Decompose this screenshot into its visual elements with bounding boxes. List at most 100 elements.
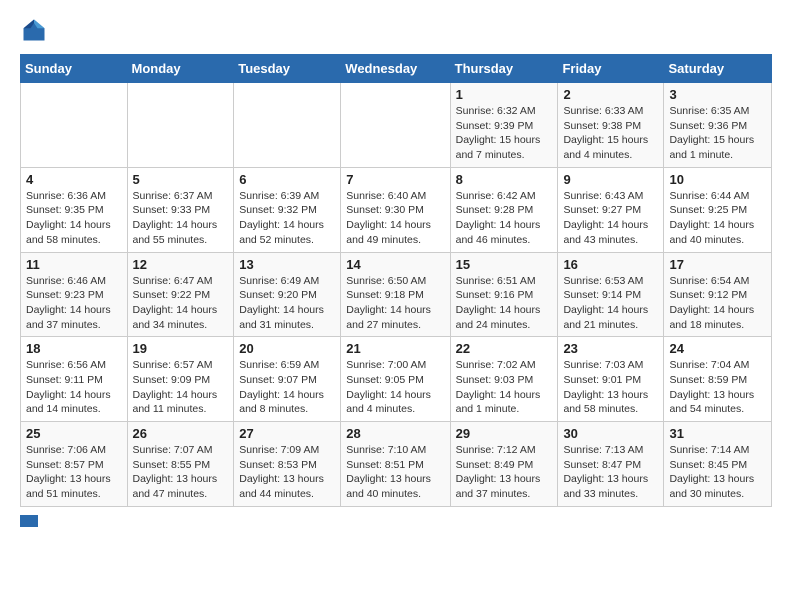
day-info: Sunrise: 6:44 AM Sunset: 9:25 PM Dayligh… [669,189,766,248]
day-info: Sunrise: 7:06 AM Sunset: 8:57 PM Dayligh… [26,443,122,502]
day-cell: 7 Sunrise: 6:40 AM Sunset: 9:30 PM Daylig… [341,167,450,252]
day-number: 23 [563,341,658,356]
day-info: Sunrise: 6:42 AM Sunset: 9:28 PM Dayligh… [456,189,553,248]
col-header-tuesday: Tuesday [234,55,341,83]
day-cell: 16Sunrise: 6:53 AM Sunset: 9:14 PM Dayli… [558,252,664,337]
day-cell: 4 Sunrise: 6:36 AM Sunset: 9:35 PM Daylig… [21,167,128,252]
day-cell: 5 Sunrise: 6:37 AM Sunset: 9:33 PM Daylig… [127,167,234,252]
day-info: Sunrise: 7:09 AM Sunset: 8:53 PM Dayligh… [239,443,335,502]
day-info: Sunrise: 7:10 AM Sunset: 8:51 PM Dayligh… [346,443,444,502]
day-info: Sunrise: 7:07 AM Sunset: 8:55 PM Dayligh… [133,443,229,502]
day-info: Sunrise: 6:32 AM Sunset: 9:39 PM Dayligh… [456,104,553,163]
week-row-4: 18 Sunrise: 6:56 AM Sunset: 9:11 PM Dayli… [21,337,772,422]
day-info: Sunrise: 7:02 AM Sunset: 9:03 PM Dayligh… [456,358,553,417]
day-cell: 11 Sunrise: 6:46 AM Sunset: 9:23 PM Dayli… [21,252,128,337]
col-header-friday: Friday [558,55,664,83]
day-cell: 15 Sunrise: 6:51 AM Sunset: 9:16 PM Dayli… [450,252,558,337]
day-cell: 23Sunrise: 7:03 AM Sunset: 9:01 PM Dayli… [558,337,664,422]
day-info: Sunrise: 6:50 AM Sunset: 9:18 PM Dayligh… [346,274,444,333]
day-number: 2 [563,87,658,102]
day-number: 1 [456,87,553,102]
day-cell: 13Sunrise: 6:49 AM Sunset: 9:20 PM Dayli… [234,252,341,337]
day-cell [341,83,450,168]
day-number: 31 [669,426,766,441]
week-row-1: 1 Sunrise: 6:32 AM Sunset: 9:39 PM Daylig… [21,83,772,168]
day-number: 4 [26,172,122,187]
header-row: SundayMondayTuesdayWednesdayThursdayFrid… [21,55,772,83]
day-info: Sunrise: 6:57 AM Sunset: 9:09 PM Dayligh… [133,358,229,417]
day-cell: 3Sunrise: 6:35 AM Sunset: 9:36 PM Daylig… [664,83,772,168]
day-cell: 10 Sunrise: 6:44 AM Sunset: 9:25 PM Dayli… [664,167,772,252]
day-cell: 6 Sunrise: 6:39 AM Sunset: 9:32 PM Daylig… [234,167,341,252]
day-cell: 31 Sunrise: 7:14 AM Sunset: 8:45 PM Dayli… [664,422,772,507]
col-header-saturday: Saturday [664,55,772,83]
day-cell: 12 Sunrise: 6:47 AM Sunset: 9:22 PM Dayli… [127,252,234,337]
logo-icon [20,16,48,44]
week-row-5: 25Sunrise: 7:06 AM Sunset: 8:57 PM Dayli… [21,422,772,507]
day-number: 24 [669,341,766,356]
day-info: Sunrise: 7:04 AM Sunset: 8:59 PM Dayligh… [669,358,766,417]
day-number: 20 [239,341,335,356]
day-cell: 8Sunrise: 6:42 AM Sunset: 9:28 PM Daylig… [450,167,558,252]
day-info: Sunrise: 6:59 AM Sunset: 9:07 PM Dayligh… [239,358,335,417]
day-info: Sunrise: 6:47 AM Sunset: 9:22 PM Dayligh… [133,274,229,333]
day-info: Sunrise: 6:51 AM Sunset: 9:16 PM Dayligh… [456,274,553,333]
day-number: 28 [346,426,444,441]
day-cell: 18 Sunrise: 6:56 AM Sunset: 9:11 PM Dayli… [21,337,128,422]
calendar-header: SundayMondayTuesdayWednesdayThursdayFrid… [21,55,772,83]
day-number: 3 [669,87,766,102]
day-number: 17 [669,257,766,272]
day-cell: 28 Sunrise: 7:10 AM Sunset: 8:51 PM Dayli… [341,422,450,507]
day-cell: 26 Sunrise: 7:07 AM Sunset: 8:55 PM Dayli… [127,422,234,507]
day-info: Sunrise: 6:43 AM Sunset: 9:27 PM Dayligh… [563,189,658,248]
week-row-3: 11 Sunrise: 6:46 AM Sunset: 9:23 PM Dayli… [21,252,772,337]
day-info: Sunrise: 6:40 AM Sunset: 9:30 PM Dayligh… [346,189,444,248]
day-cell: 29Sunrise: 7:12 AM Sunset: 8:49 PM Dayli… [450,422,558,507]
calendar-body: 1 Sunrise: 6:32 AM Sunset: 9:39 PM Daylig… [21,83,772,507]
day-cell: 21 Sunrise: 7:00 AM Sunset: 9:05 PM Dayli… [341,337,450,422]
day-number: 12 [133,257,229,272]
col-header-sunday: Sunday [21,55,128,83]
day-cell: 17Sunrise: 6:54 AM Sunset: 9:12 PM Dayli… [664,252,772,337]
day-info: Sunrise: 7:12 AM Sunset: 8:49 PM Dayligh… [456,443,553,502]
day-cell: 14 Sunrise: 6:50 AM Sunset: 9:18 PM Dayli… [341,252,450,337]
day-info: Sunrise: 6:56 AM Sunset: 9:11 PM Dayligh… [26,358,122,417]
day-info: Sunrise: 6:46 AM Sunset: 9:23 PM Dayligh… [26,274,122,333]
day-cell: 25Sunrise: 7:06 AM Sunset: 8:57 PM Dayli… [21,422,128,507]
day-number: 21 [346,341,444,356]
day-number: 10 [669,172,766,187]
day-cell: 30Sunrise: 7:13 AM Sunset: 8:47 PM Dayli… [558,422,664,507]
logo [20,16,52,44]
col-header-thursday: Thursday [450,55,558,83]
day-number: 14 [346,257,444,272]
day-number: 9 [563,172,658,187]
day-cell: 2Sunrise: 6:33 AM Sunset: 9:38 PM Daylig… [558,83,664,168]
day-cell: 24 Sunrise: 7:04 AM Sunset: 8:59 PM Dayli… [664,337,772,422]
day-number: 5 [133,172,229,187]
day-number: 7 [346,172,444,187]
legend-color-box [20,515,38,527]
day-cell [234,83,341,168]
day-info: Sunrise: 7:14 AM Sunset: 8:45 PM Dayligh… [669,443,766,502]
day-info: Sunrise: 6:49 AM Sunset: 9:20 PM Dayligh… [239,274,335,333]
calendar-table: SundayMondayTuesdayWednesdayThursdayFrid… [20,54,772,507]
day-info: Sunrise: 6:36 AM Sunset: 9:35 PM Dayligh… [26,189,122,248]
col-header-monday: Monday [127,55,234,83]
day-info: Sunrise: 6:39 AM Sunset: 9:32 PM Dayligh… [239,189,335,248]
day-number: 6 [239,172,335,187]
col-header-wednesday: Wednesday [341,55,450,83]
day-cell: 20 Sunrise: 6:59 AM Sunset: 9:07 PM Dayli… [234,337,341,422]
day-number: 26 [133,426,229,441]
day-info: Sunrise: 6:37 AM Sunset: 9:33 PM Dayligh… [133,189,229,248]
day-number: 15 [456,257,553,272]
week-row-2: 4 Sunrise: 6:36 AM Sunset: 9:35 PM Daylig… [21,167,772,252]
page-header [20,16,772,44]
day-info: Sunrise: 7:00 AM Sunset: 9:05 PM Dayligh… [346,358,444,417]
day-info: Sunrise: 6:53 AM Sunset: 9:14 PM Dayligh… [563,274,658,333]
day-number: 18 [26,341,122,356]
day-info: Sunrise: 7:13 AM Sunset: 8:47 PM Dayligh… [563,443,658,502]
day-cell: 9 Sunrise: 6:43 AM Sunset: 9:27 PM Daylig… [558,167,664,252]
day-number: 27 [239,426,335,441]
day-number: 11 [26,257,122,272]
day-cell [127,83,234,168]
